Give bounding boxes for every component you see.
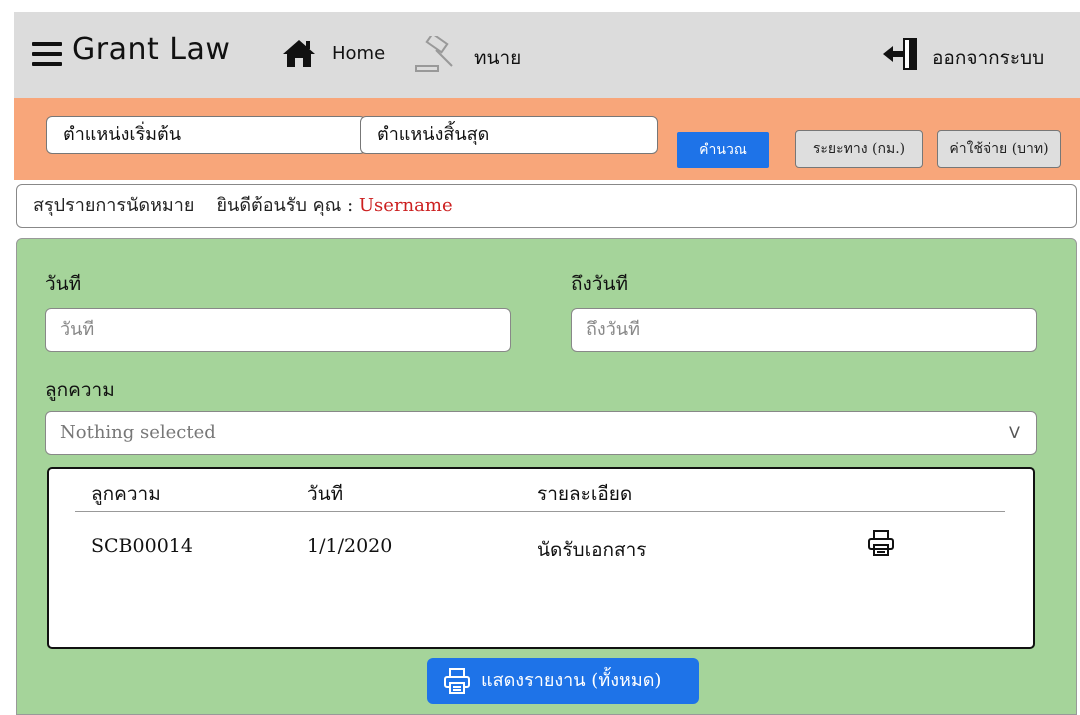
to-date-label: ถึงวันที [571, 273, 628, 295]
column-header-detail: รายละเอียด [537, 483, 633, 505]
cell-client: SCB00014 [91, 535, 193, 557]
gavel-icon[interactable] [414, 36, 458, 74]
welcome-text: ยินดีต้อนรับ คุณ : [216, 195, 354, 216]
date-label: วันที [45, 273, 82, 295]
summary-title: สรุปรายการนัดหมาย [33, 195, 195, 216]
home-link[interactable]: Home [332, 43, 385, 64]
app-frame: Grant Law Home ทนาย ออกจากระบบ ตำแหน่งเร… [14, 12, 1080, 715]
calculate-button[interactable]: คำนวณ [677, 132, 769, 168]
header-divider [75, 511, 1005, 512]
column-header-date: วันที [307, 483, 344, 505]
logout-icon[interactable] [881, 37, 921, 71]
client-label: ลูกความ [45, 379, 115, 401]
appointment-panel: วันที ถึงวันที วันที ถึงวันที ลูกความ No… [16, 238, 1077, 715]
cell-detail: นัดรับเอกสาร [537, 539, 647, 561]
cost-field[interactable]: ค่าใช้จ่าย (บาท) [937, 130, 1061, 168]
cell-date: 1/1/2020 [307, 535, 393, 557]
start-location-input[interactable]: ตำแหน่งเริ่มต้น [46, 116, 366, 154]
client-select-value: Nothing selected [60, 422, 216, 443]
summary-bar: สรุปรายการนัดหมาย ยินดีต้อนรับ คุณ : User… [16, 184, 1077, 228]
logout-link[interactable]: ออกจากระบบ [932, 43, 1044, 73]
date-input[interactable]: วันที [45, 308, 511, 352]
distance-field[interactable]: ระยะทาง (กม.) [795, 130, 923, 168]
lawyer-link[interactable]: ทนาย [474, 43, 521, 73]
client-select[interactable]: Nothing selected V [45, 411, 1037, 455]
top-header: Grant Law Home ทนาย ออกจากระบบ [14, 12, 1080, 98]
print-icon[interactable] [867, 529, 895, 557]
home-icon[interactable] [282, 38, 316, 68]
chevron-down-icon: V [1009, 423, 1020, 442]
end-location-input[interactable]: ตำแหน่งสิ้นสุด [360, 116, 658, 154]
brand-title: Grant Law [72, 32, 231, 67]
hamburger-menu-icon[interactable] [32, 42, 62, 66]
appointments-table: ลูกความ วันที รายละเอียด SCB00014 1/1/20… [47, 467, 1035, 649]
to-date-input[interactable]: ถึงวันที [571, 308, 1037, 352]
column-header-client: ลูกความ [91, 483, 161, 505]
username: Username [358, 195, 453, 216]
show-report-button[interactable]: แสดงรายงาน (ทั้งหมด) [427, 658, 699, 704]
show-report-label: แสดงรายงาน (ทั้งหมด) [481, 670, 662, 691]
print-icon [444, 668, 470, 694]
